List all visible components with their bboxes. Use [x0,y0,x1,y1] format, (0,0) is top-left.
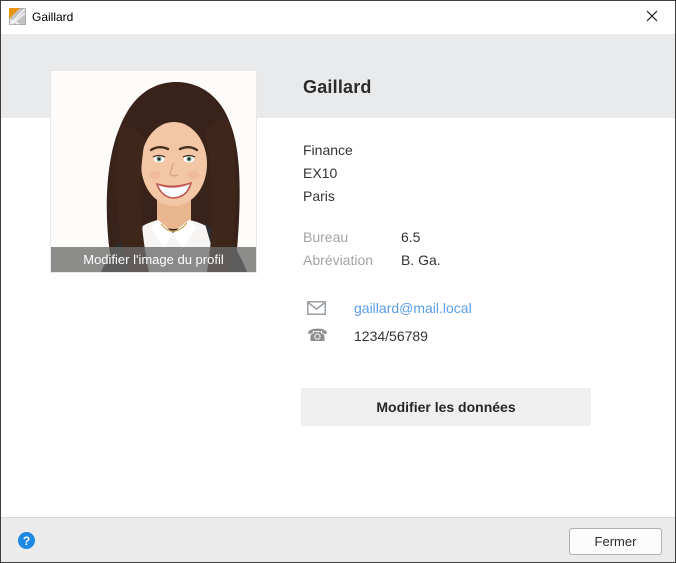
help-icon: ? [22,533,31,548]
phone-number: 1234/56789 [354,328,428,344]
email-row: gaillard@mail.local [303,298,472,318]
profile-photo[interactable]: Modifier l'image du profil [51,71,256,272]
footer-bar: ? Fermer [1,517,675,562]
field-value: B. Ga. [401,252,441,268]
field-label: Bureau [303,229,349,245]
email-link[interactable]: gaillard@mail.local [354,300,472,316]
mail-icon [307,301,329,315]
title-bar: Gaillard [1,1,675,34]
field-row-bureau: Bureau 6.5 [303,229,420,252]
phone-row: ☎ 1234/56789 [303,326,428,346]
contact-name: Gaillard [303,77,372,97]
close-dialog-button[interactable]: Fermer [569,528,662,555]
field-row-abreviation: Abréviation B. Ga. [303,252,441,275]
close-window-button[interactable] [629,1,675,33]
window-title: Gaillard [32,10,74,24]
edit-data-button[interactable]: Modifier les données [301,388,591,426]
org-info: Finance EX10 Paris [303,139,353,208]
edit-photo-overlay[interactable]: Modifier l'image du profil [51,247,256,272]
field-value: 6.5 [401,229,421,245]
org-line-unit: EX10 [303,165,338,181]
help-button[interactable]: ? [18,532,35,549]
app-icon [9,8,26,25]
close-icon [645,9,659,26]
phone-icon: ☎ [307,325,329,346]
contact-dialog-window: Gaillard Modifier l'image du profil Gail… [0,0,676,563]
org-line-department: Finance [303,142,353,158]
field-label: Abréviation [303,252,374,268]
org-line-city: Paris [303,188,335,204]
profile-photo-image [51,71,256,272]
